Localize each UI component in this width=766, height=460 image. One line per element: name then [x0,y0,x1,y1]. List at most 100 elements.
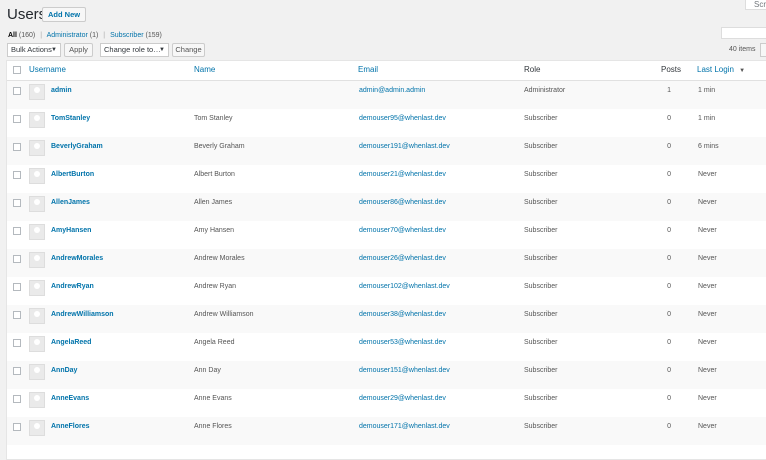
posts-cell: 0 [667,227,671,234]
last-login-cell: 6 mins [698,143,719,150]
avatar [29,364,45,380]
role-cell: Subscriber [524,283,558,290]
posts-cell: 0 [667,283,671,290]
avatar [29,420,45,436]
filter-subscriber-link[interactable]: Subscriber [110,32,143,39]
avatar [29,252,45,268]
table-row: AndrewRyan Andrew Ryan demouser102@whenlas… [7,277,766,305]
username-link[interactable]: AnnDay [51,366,77,375]
row-checkbox[interactable] [13,311,21,319]
row-checkbox[interactable] [13,255,21,263]
avatar [29,112,45,128]
email-link[interactable]: demouser29@whenlast.dev [359,394,446,403]
email-link[interactable]: demouser95@whenlast.dev [359,114,446,123]
filter-all-link[interactable]: All [8,32,17,39]
row-checkbox[interactable] [13,283,21,291]
last-login-cell: Never [698,199,717,206]
row-checkbox[interactable] [13,199,21,207]
table-row: AnnDay Ann Day demouser151@whenlast.dev Sub… [7,361,766,389]
username-link[interactable]: TomStanley [51,114,90,123]
email-link[interactable]: admin@admin.admin [359,86,425,95]
role-cell: Subscriber [524,171,558,178]
row-checkbox[interactable] [13,227,21,235]
name-cell: Angela Reed [194,339,235,346]
email-link[interactable]: demouser38@whenlast.dev [359,310,446,319]
row-checkbox[interactable] [13,115,21,123]
email-link[interactable]: demouser26@whenlast.dev [359,254,446,263]
last-login-cell: Never [698,255,717,262]
username-link[interactable]: AllenJames [51,198,90,207]
role-cell: Subscriber [524,423,558,430]
posts-cell: 0 [667,171,671,178]
change-role-select[interactable]: Change role to… ▼ [100,43,169,57]
role-cell: Subscriber [524,255,558,262]
posts-cell: 0 [667,311,671,318]
table-row: AndrewMorales Andrew Morales demouser26@wh… [7,249,766,277]
username-link[interactable]: BeverlyGraham [51,142,103,151]
items-count: 40 items [729,46,756,53]
search-input[interactable] [721,27,766,39]
screen-options-tab[interactable]: Scre [745,0,766,10]
email-link[interactable]: demouser171@whenlast.dev [359,422,450,431]
row-checkbox[interactable] [13,367,21,375]
email-link[interactable]: demouser191@whenlast.dev [359,142,450,151]
posts-cell: 0 [667,199,671,206]
email-link[interactable]: demouser70@whenlast.dev [359,226,446,235]
select-all-checkbox[interactable] [13,66,21,74]
change-role-value: Change role to… [104,45,161,54]
username-link[interactable]: AmyHansen [51,226,91,235]
row-checkbox[interactable] [13,87,21,95]
role-cell: Subscriber [524,395,558,402]
bulk-actions-value: Bulk Actions [11,45,52,54]
name-cell: Ann Day [194,367,221,374]
email-link[interactable]: demouser21@whenlast.dev [359,170,446,179]
filter-separator: | [40,32,43,39]
posts-cell: 0 [667,115,671,122]
email-link[interactable]: demouser151@whenlast.dev [359,366,450,375]
username-link[interactable]: AndrewRyan [51,282,94,291]
table-row: AlbertBurton Albert Burton demouser21@when… [7,165,766,193]
row-checkbox[interactable] [13,143,21,151]
filter-separator: | [103,32,106,39]
email-link[interactable]: demouser53@whenlast.dev [359,338,446,347]
avatar [29,224,45,240]
pagination-button[interactable] [760,43,766,57]
column-name-sort[interactable]: Name [194,65,215,75]
row-checkbox[interactable] [13,395,21,403]
avatar [29,392,45,408]
avatar [29,84,45,100]
username-link[interactable]: AlbertBurton [51,170,94,179]
username-link[interactable]: admin [51,86,72,95]
posts-cell: 0 [667,339,671,346]
email-link[interactable]: demouser102@whenlast.dev [359,282,450,291]
column-email-sort[interactable]: Email [358,65,378,75]
username-link[interactable]: AnneEvans [51,394,89,403]
bulk-actions-select[interactable]: Bulk Actions ▼ [7,43,61,57]
posts-cell: 0 [667,423,671,430]
row-checkbox[interactable] [13,339,21,347]
username-link[interactable]: AnneFlores [51,422,90,431]
column-username-sort[interactable]: Username [29,65,66,75]
username-link[interactable]: AndrewMorales [51,254,103,263]
row-checkbox[interactable] [13,423,21,431]
table-row: AndrewWilliamson Andrew Williamson demouse… [7,305,766,333]
users-table: Username Name Email Role Posts Last Logi… [6,60,766,460]
filter-administrator-link[interactable]: Administrator [47,32,88,39]
avatar [29,308,45,324]
role-cell: Administrator [524,87,566,94]
username-link[interactable]: AngelaReed [51,338,91,347]
change-role-button[interactable]: Change [172,43,205,57]
apply-button[interactable]: Apply [64,43,93,57]
last-login-cell: Never [698,423,717,430]
table-row: AllenJames Allen James demouser86@whenlast… [7,193,766,221]
avatar [29,140,45,156]
column-last-login-sort[interactable]: Last Login ▼ [697,65,745,76]
name-cell: Beverly Graham [194,143,245,150]
row-checkbox[interactable] [13,171,21,179]
username-link[interactable]: AndrewWilliamson [51,310,114,319]
email-link[interactable]: demouser86@whenlast.dev [359,198,446,207]
avatar [29,336,45,352]
add-new-button[interactable]: Add New [42,7,87,22]
role-filter-links: All (160) | Administrator (1) | Subscrib… [8,32,162,39]
last-login-cell: Never [698,227,717,234]
